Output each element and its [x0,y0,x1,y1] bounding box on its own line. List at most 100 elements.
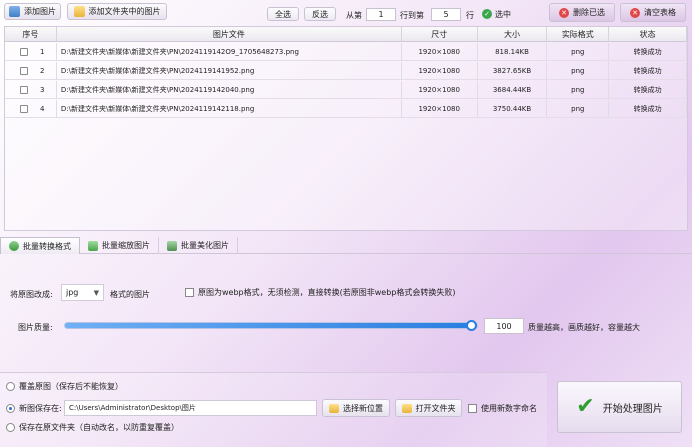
row-format: png [547,81,610,99]
format-value: jpg [66,288,79,297]
format-suffix: 格式的图片 [110,290,150,299]
clear-table-button[interactable]: ✕ 清空表格 [620,3,686,22]
save-path-input[interactable]: C:\Users\Administrator\Desktop\图片 [64,400,317,416]
tab-convert-format[interactable]: 批量转换格式 [0,237,80,254]
row-status: 转换成功 [609,62,687,80]
row-dimensions: 1920×1080 [402,81,478,99]
clear-icon: ✕ [630,7,640,18]
header-index[interactable]: 序号 [5,27,57,42]
overwrite-radio[interactable] [6,382,15,391]
table-row[interactable]: 2 D:\新建文件夹\新媒体\新建文件夹\PN\2024119141952.pn… [5,62,687,80]
row-size: 3684.44KB [478,81,548,99]
row-index: 3 [40,86,45,94]
row-label: 行 [466,11,474,20]
header-dimensions[interactable]: 尺寸 [402,27,478,42]
folder-icon [73,6,85,17]
add-image-button[interactable]: 添加图片 [4,3,61,20]
choose-location-button[interactable]: 选择新位置 [322,399,390,417]
select-range-label: 选中 [495,9,511,19]
row-file: D:\新建文件夹\新媒体\新建文件夹\PN\2024119141952.png [57,62,402,80]
folder-icon [329,403,339,413]
row-index: 2 [40,67,45,75]
green-check-icon: ✔ [576,394,595,419]
row-format: png [547,100,610,118]
row-format: png [547,43,610,61]
check-circle-icon: ✓ [482,9,492,19]
row-size: 3750.44KB [478,100,548,118]
row-status: 转换成功 [609,43,687,61]
numeric-name-checkbox[interactable] [468,404,477,413]
header-status[interactable]: 状态 [609,27,687,42]
add-image-label: 添加图片 [24,7,56,16]
tab-resize[interactable]: 批量缩放图片 [80,237,159,254]
row-size: 818.14KB [478,43,548,61]
from-label: 从第 [346,11,362,20]
open-folder-button[interactable]: 打开文件夹 [395,399,462,417]
start-processing-button[interactable]: ✔ 开始处理图片 [557,381,682,433]
row-checkbox[interactable] [20,48,28,56]
quality-input[interactable]: 100 [484,318,524,334]
select-all-button[interactable]: 全选 [267,7,299,21]
row-checkbox[interactable] [20,105,28,113]
row-status: 转换成功 [609,81,687,99]
webp-label: 原图为webp格式，无须检测，直接转换(若原图非webp格式会转换失败) [198,288,456,297]
overwrite-option[interactable]: 覆盖原图（保存后不能恢复） [6,381,123,392]
quality-slider[interactable] [64,320,478,331]
row-index: 1 [40,48,45,56]
webp-checkbox[interactable] [185,288,194,297]
row-file: D:\新建文件夹\新媒体\新建文件夹\PN\2024119142040.png [57,81,402,99]
numeric-name-label: 使用新数字命名 [481,404,537,413]
clear-table-label: 清空表格 [644,8,676,17]
quality-label: 图片质量: [18,323,53,332]
add-folder-button[interactable]: 添加文件夹中的图片 [67,3,167,20]
choose-location-label: 选择新位置 [343,403,383,413]
select-range-button[interactable]: ✓ 选中 [482,7,511,21]
save-original-option[interactable]: 保存在原文件夹（自动改名，以防重复覆盖） [6,422,179,433]
add-folder-label: 添加文件夹中的图片 [88,7,161,16]
table-row[interactable]: 4 D:\新建文件夹\新媒体\新建文件夹\PN\2024119142118.pn… [5,100,687,118]
chevron-down-icon: ▼ [93,288,99,297]
table-row[interactable]: 1 D:\新建文件夹\新媒体\新建文件夹\PN\2024119142O9_170… [5,43,687,61]
invert-select-label: 反选 [312,9,328,19]
quality-slider-thumb[interactable] [466,320,477,331]
table-header: 序号 图片文件 尺寸 大小 实际格式 状态 [5,27,687,42]
tab-convert-label: 批量转换格式 [23,241,71,251]
header-file[interactable]: 图片文件 [57,27,402,42]
open-folder-icon [401,403,412,413]
webp-option[interactable]: 原图为webp格式，无须检测，直接转换(若原图非webp格式会转换失败) [185,287,455,298]
row-dimensions: 1920×1080 [402,43,478,61]
tab-beautify[interactable]: 批量美化图片 [159,237,238,254]
numeric-name-option[interactable]: 使用新数字命名 [468,403,537,414]
row-checkbox[interactable] [20,67,28,75]
delete-selected-label: 删除已选 [573,8,605,17]
convert-to-label: 将原图改成: [10,290,53,299]
from-row-input[interactable]: 1 [366,8,396,21]
row-checkbox[interactable] [20,86,28,94]
row-file: D:\新建文件夹\新媒体\新建文件夹\PN\2024119142O9_17056… [57,43,402,61]
row-format: png [547,62,610,80]
convert-icon [9,241,19,251]
format-select[interactable]: jpg ▼ [61,284,104,301]
select-all-label: 全选 [275,9,291,19]
invert-select-button[interactable]: 反选 [304,7,336,21]
new-save-label: 新图保存在: [19,404,62,413]
start-processing-label: 开始处理图片 [602,403,663,415]
new-save-option[interactable]: 新图保存在: [6,403,62,414]
new-save-radio[interactable] [6,404,15,413]
beautify-icon [167,240,177,251]
table-row[interactable]: 3 D:\新建文件夹\新媒体\新建文件夹\PN\2024119142040.pn… [5,81,687,99]
tab-beautify-label: 批量美化图片 [181,241,229,250]
to-label: 行到第 [400,11,424,20]
to-row-input[interactable]: 5 [431,8,461,21]
header-size[interactable]: 大小 [478,27,548,42]
open-folder-label: 打开文件夹 [415,403,456,413]
tab-resize-label: 批量缩放图片 [102,241,150,250]
file-table: 序号 图片文件 尺寸 大小 实际格式 状态 1 D:\新建文件夹\新媒体\新建文… [4,26,688,231]
row-index: 4 [40,105,45,113]
overwrite-label: 覆盖原图（保存后不能恢复） [19,382,123,391]
delete-selected-button[interactable]: ✕ 删除已选 [549,3,615,22]
resize-icon [88,240,98,251]
save-original-radio[interactable] [6,423,15,432]
header-format[interactable]: 实际格式 [547,27,610,42]
function-tabs: 批量转换格式 批量缩放图片 批量美化图片 [0,237,692,254]
